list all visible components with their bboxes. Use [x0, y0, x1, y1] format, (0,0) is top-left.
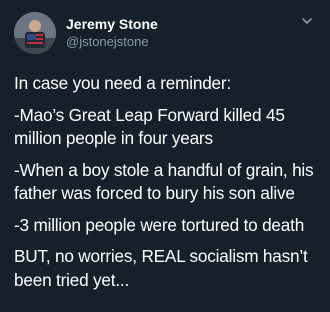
avatar[interactable] — [14, 12, 56, 54]
tweet-paragraph: BUT, no worries, REAL socialism hasn’t b… — [14, 246, 308, 290]
tweet-card: Jeremy Stone @jstonejstone In case you n… — [0, 0, 330, 312]
user-handle[interactable]: @jstonejstone — [66, 33, 158, 50]
tweet-body: In case you need a reminder: -Mao’s Grea… — [14, 72, 316, 292]
chevron-down-icon[interactable] — [300, 14, 314, 28]
tweet-paragraph: -Mao’s Great Leap Forward killed 45 mill… — [14, 104, 285, 149]
author-names: Jeremy Stone @jstonejstone — [66, 16, 158, 50]
tweet-header: Jeremy Stone @jstonejstone — [14, 10, 316, 56]
display-name[interactable]: Jeremy Stone — [66, 16, 158, 33]
tweet-paragraph: -When a boy stole a handful of grain, hi… — [14, 159, 314, 204]
tweet-paragraph: In case you need a reminder: — [14, 73, 232, 93]
tweet-paragraph: -3 million people were tortured to death — [14, 214, 305, 235]
